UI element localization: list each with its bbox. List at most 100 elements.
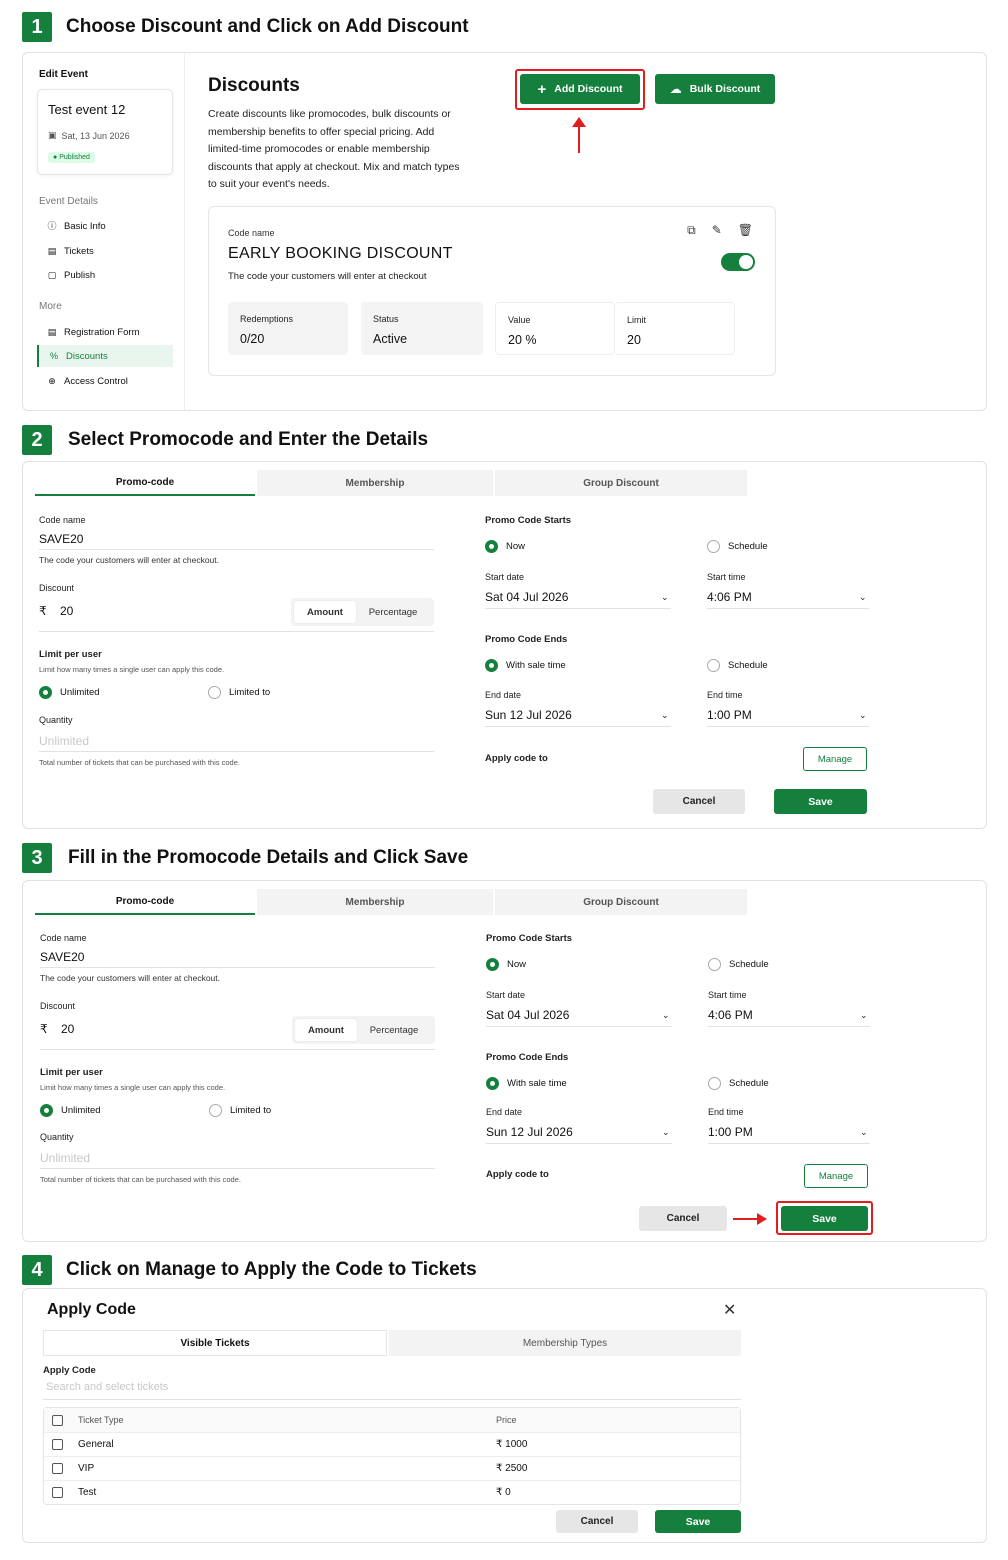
select-all-checkbox[interactable] xyxy=(52,1414,63,1426)
access-icon: ⊕ xyxy=(48,376,56,386)
arrow-head-icon xyxy=(757,1213,767,1225)
bulk-discount-button[interactable]: ☁ Bulk Discount xyxy=(655,74,775,104)
quantity-label: Quantity xyxy=(40,1132,74,1142)
end-time-select[interactable]: 1:00 PM xyxy=(708,1125,753,1139)
ends-schedule-radio[interactable]: Schedule xyxy=(707,659,768,672)
limited-to-radio[interactable]: Limited to xyxy=(209,1104,271,1117)
start-time-select[interactable]: 4:06 PM xyxy=(707,590,752,604)
input-underline xyxy=(485,726,671,727)
manage-button[interactable]: Manage xyxy=(803,747,867,771)
quantity-input[interactable]: Unlimited xyxy=(40,1151,90,1165)
promo-code-form: Promo-code Membership Group Discount Cod… xyxy=(22,461,987,829)
code-description: The code your customers will enter at ch… xyxy=(228,271,427,282)
sidebar-item-access-control[interactable]: ⊕ Access Control xyxy=(37,370,173,392)
tab-promo-code[interactable]: Promo-code xyxy=(35,889,255,915)
tab-membership[interactable]: Membership xyxy=(257,470,493,496)
table-row[interactable]: General ₹ 1000 xyxy=(44,1432,740,1456)
tab-membership-types[interactable]: Membership Types xyxy=(389,1330,741,1356)
amount-option[interactable]: Amount xyxy=(294,601,356,623)
end-date-select[interactable]: Sun 12 Jul 2026 xyxy=(486,1125,573,1139)
apply-code-dialog: Apply Code ✕ Visible Tickets Membership … xyxy=(22,1288,987,1543)
tab-membership[interactable]: Membership xyxy=(257,889,493,915)
chevron-down-icon: ⌄ xyxy=(661,710,669,720)
starts-now-radio[interactable]: Now xyxy=(485,540,525,553)
chevron-down-icon: ⌄ xyxy=(662,1010,670,1020)
table-header: Ticket Type Price xyxy=(44,1408,740,1432)
quantity-hint: Total number of tickets that can be purc… xyxy=(40,1175,241,1184)
sidebar-item-publish[interactable]: ▢ Publish xyxy=(37,264,173,286)
add-discount-button[interactable]: + Add Discount xyxy=(520,74,640,104)
ticket-type: VIP xyxy=(78,1463,95,1474)
arrow-indicator xyxy=(578,125,580,153)
event-date-row: ▣ Sat, 13 Jun 2026 xyxy=(48,130,130,141)
event-card[interactable]: Test event 12 ▣ Sat, 13 Jun 2026 ● Publi… xyxy=(37,89,173,175)
start-date-select[interactable]: Sat 04 Jul 2026 xyxy=(485,590,568,604)
unlimited-radio[interactable]: Unlimited xyxy=(39,686,100,699)
unlimited-radio[interactable]: Unlimited xyxy=(40,1104,101,1117)
code-name-label: Code name xyxy=(39,515,86,525)
cancel-button[interactable]: Cancel xyxy=(556,1510,638,1533)
active-toggle[interactable] xyxy=(721,253,755,271)
trash-icon[interactable]: 🗑 xyxy=(738,223,753,238)
start-time-label: Start time xyxy=(707,572,746,582)
end-time-select[interactable]: 1:00 PM xyxy=(707,708,752,722)
ends-with-sale-radio[interactable]: With sale time xyxy=(485,659,566,672)
step-title: Click on Manage to Apply the Code to Tic… xyxy=(66,1259,477,1280)
radio-unselected-icon xyxy=(707,659,720,672)
save-button[interactable]: Save xyxy=(781,1206,868,1231)
percentage-option[interactable]: Percentage xyxy=(356,601,430,623)
discount-input[interactable]: 20 xyxy=(61,1022,74,1036)
table-row[interactable]: Test ₹ 0 xyxy=(44,1480,740,1504)
edit-icon[interactable]: ✎ xyxy=(712,223,722,238)
row-checkbox[interactable] xyxy=(52,1487,63,1498)
chevron-down-icon: ⌄ xyxy=(860,1127,868,1137)
start-date-select[interactable]: Sat 04 Jul 2026 xyxy=(486,1008,569,1022)
sidebar-item-tickets[interactable]: ▤ Tickets xyxy=(37,240,173,262)
tab-promo-code[interactable]: Promo-code xyxy=(35,470,255,496)
sidebar-item-discounts[interactable]: % Discounts xyxy=(37,345,173,367)
end-date-select[interactable]: Sun 12 Jul 2026 xyxy=(485,708,572,722)
start-time-select[interactable]: 4:06 PM xyxy=(708,1008,753,1022)
discount-input[interactable]: 20 xyxy=(60,604,73,618)
card-actions: ⧉ ✎ 🗑 xyxy=(687,223,753,238)
quantity-input[interactable]: Unlimited xyxy=(39,734,89,748)
save-button[interactable]: Save xyxy=(774,789,867,814)
start-date-label: Start date xyxy=(486,990,526,1000)
manage-button[interactable]: Manage xyxy=(804,1164,868,1188)
code-name-input[interactable]: SAVE20 xyxy=(40,950,84,964)
input-underline xyxy=(486,1026,672,1027)
row-checkbox[interactable] xyxy=(52,1463,63,1474)
radio-unselected-icon xyxy=(707,540,720,553)
code-name-input[interactable]: SAVE20 xyxy=(39,532,83,546)
close-icon[interactable]: ✕ xyxy=(723,1300,736,1320)
starts-now-radio[interactable]: Now xyxy=(486,958,526,971)
radio-selected-icon xyxy=(486,1077,499,1090)
input-underline xyxy=(486,1143,672,1144)
copy-icon[interactable]: ⧉ xyxy=(687,223,696,238)
radio-unselected-icon xyxy=(209,1104,222,1117)
discount-type-toggle: Amount Percentage xyxy=(292,1016,435,1044)
percentage-option[interactable]: Percentage xyxy=(357,1019,431,1041)
starts-schedule-radio[interactable]: Schedule xyxy=(708,958,769,971)
ends-schedule-radio[interactable]: Schedule xyxy=(708,1077,769,1090)
starts-schedule-radio[interactable]: Schedule xyxy=(707,540,768,553)
tab-visible-tickets[interactable]: Visible Tickets xyxy=(43,1330,387,1356)
cancel-button[interactable]: Cancel xyxy=(639,1206,727,1231)
row-checkbox[interactable] xyxy=(52,1439,63,1450)
amount-option[interactable]: Amount xyxy=(295,1019,357,1041)
table-row[interactable]: VIP ₹ 2500 xyxy=(44,1456,740,1480)
save-button[interactable]: Save xyxy=(655,1510,741,1533)
sidebar-item-basic-info[interactable]: ⓘ Basic Info xyxy=(37,215,173,237)
discount-type-toggle: Amount Percentage xyxy=(291,598,434,626)
ticket-search-input[interactable]: Search and select tickets xyxy=(46,1381,168,1393)
ticket-icon: ▤ xyxy=(47,246,57,256)
dialog-title: Apply Code xyxy=(47,1301,136,1318)
ends-with-sale-radio[interactable]: With sale time xyxy=(486,1077,567,1090)
sidebar-item-registration-form[interactable]: ▤ Registration Form xyxy=(37,321,173,343)
tab-group-discount[interactable]: Group Discount xyxy=(495,889,747,915)
limited-to-radio[interactable]: Limited to xyxy=(208,686,270,699)
cancel-button[interactable]: Cancel xyxy=(653,789,745,814)
arrow-indicator xyxy=(733,1218,759,1220)
tab-group-discount[interactable]: Group Discount xyxy=(495,470,747,496)
step-1-header: 1 Choose Discount and Click on Add Disco… xyxy=(22,11,469,43)
